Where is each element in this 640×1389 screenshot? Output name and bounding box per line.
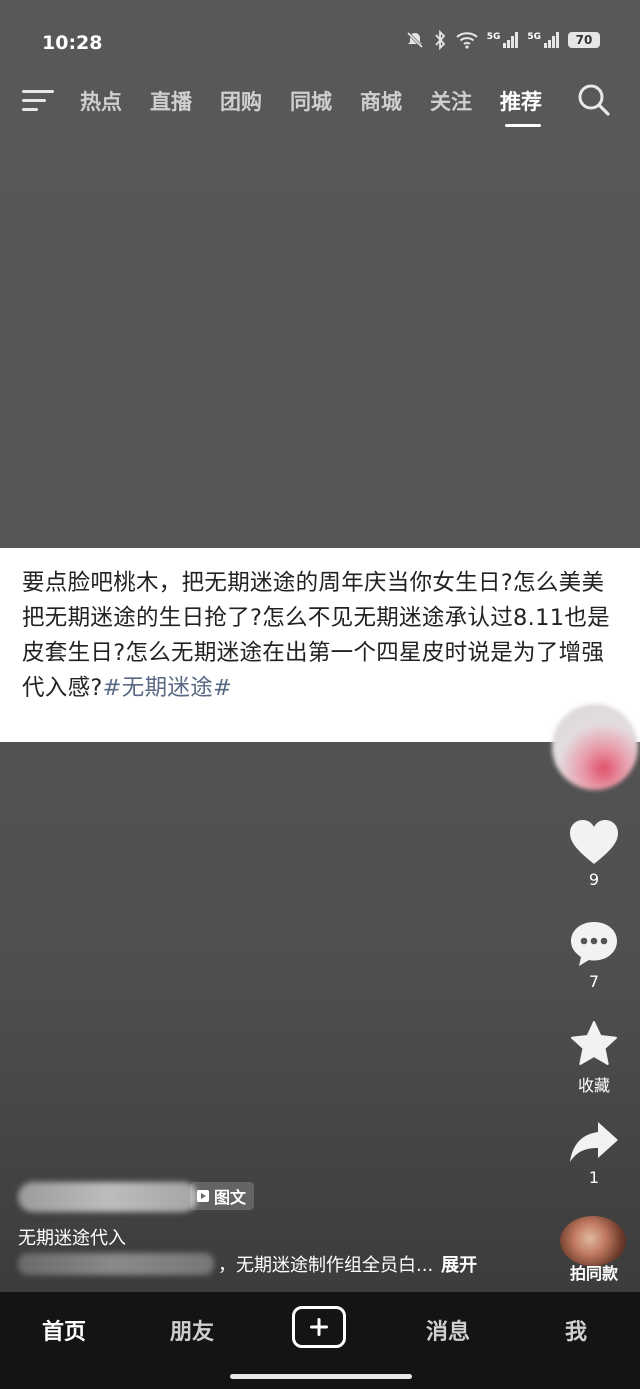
comment-count: 7 [588, 972, 600, 991]
heart-icon [570, 820, 618, 864]
music-disc[interactable] [560, 1216, 626, 1266]
favorite-label: 收藏 [577, 1076, 610, 1095]
cell-signal-1: 5G [487, 32, 520, 48]
tab-mall[interactable]: 商城 [360, 86, 430, 116]
tab-local[interactable]: 同城 [290, 86, 360, 116]
status-icons: 5G 5G 70 [405, 30, 600, 50]
share-arrow-icon [570, 1122, 618, 1162]
author-name-blurred[interactable] [18, 1182, 198, 1212]
create-post-button[interactable] [292, 1306, 346, 1348]
nav-me[interactable]: 我 [536, 1314, 616, 1346]
tab-hot[interactable]: 热点 [80, 86, 150, 116]
wifi-icon [456, 32, 478, 49]
post-description[interactable]: ，无期迷途制作组全员白... 展开 [18, 1251, 477, 1277]
signal-bars-icon [544, 32, 559, 48]
share-count: 1 [588, 1168, 600, 1187]
top-nav: 热点 直播 团购 同城 商城 关注 推荐 [0, 80, 640, 140]
tab-live[interactable]: 直播 [150, 86, 220, 116]
tab-following[interactable]: 关注 [430, 86, 500, 116]
post-text: 要点脸吧桃木，把无期迷途的周年庆当你女生日?怎么美美把无期迷途的生日抢了?怎么不… [22, 566, 618, 706]
expand-button[interactable]: 展开 [441, 1251, 477, 1277]
post-text-card[interactable]: 要点脸吧桃木，把无期迷途的周年庆当你女生日?怎么美美把无期迷途的生日抢了?怎么不… [0, 548, 640, 742]
network-type-label: 5G [486, 32, 501, 42]
menu-icon[interactable] [22, 86, 56, 116]
feed-tabs: 热点 直播 团购 同城 商城 关注 推荐 [80, 86, 570, 127]
nav-messages[interactable]: 消息 [408, 1314, 488, 1346]
comment-button[interactable]: 7 [560, 920, 628, 991]
status-bar: 10:28 5G 5G 70 [0, 0, 640, 80]
description-blurred [18, 1253, 214, 1275]
share-button[interactable]: 1 [560, 1120, 628, 1187]
post-title: 无期迷途代入 [18, 1228, 126, 1249]
like-count: 9 [588, 870, 600, 889]
cell-signal-2: 5G [527, 32, 560, 48]
signal-bars-icon [503, 32, 519, 48]
badge-label: 图文 [214, 1188, 247, 1207]
description-text: ，无期迷途制作组全员白... [218, 1255, 434, 1276]
search-icon[interactable] [576, 82, 612, 118]
tab-group-buy[interactable]: 团购 [220, 86, 290, 116]
bottom-nav: 首页 朋友 消息 我 [0, 1292, 640, 1389]
nav-friends[interactable]: 朋友 [152, 1314, 232, 1346]
tab-recommended[interactable]: 推荐 [500, 86, 570, 127]
mute-bell-icon [406, 31, 423, 49]
network-type-label: 5G [527, 32, 541, 42]
comment-icon [571, 922, 617, 966]
author-avatar[interactable] [552, 704, 638, 790]
nav-home[interactable]: 首页 [24, 1314, 104, 1346]
feed-screen[interactable]: 10:28 5G 5G 70 热点 直播 团购 同城 商城 关注 推荐 要点脸吧… [0, 0, 640, 1292]
shoot-same-label[interactable]: 拍同款 [558, 1260, 630, 1284]
like-button[interactable]: 9 [560, 818, 628, 889]
image-text-icon [197, 1190, 209, 1202]
image-text-badge: 图文 [190, 1182, 255, 1210]
home-indicator[interactable] [230, 1374, 412, 1379]
status-time: 10:28 [42, 32, 103, 54]
post-hashtag[interactable]: #无期迷途# [103, 675, 233, 701]
battery-icon: 70 [568, 32, 600, 48]
star-icon [571, 1021, 617, 1065]
bluetooth-icon [435, 30, 445, 50]
plus-icon [310, 1318, 328, 1336]
favorite-button[interactable]: 收藏 [560, 1020, 628, 1096]
